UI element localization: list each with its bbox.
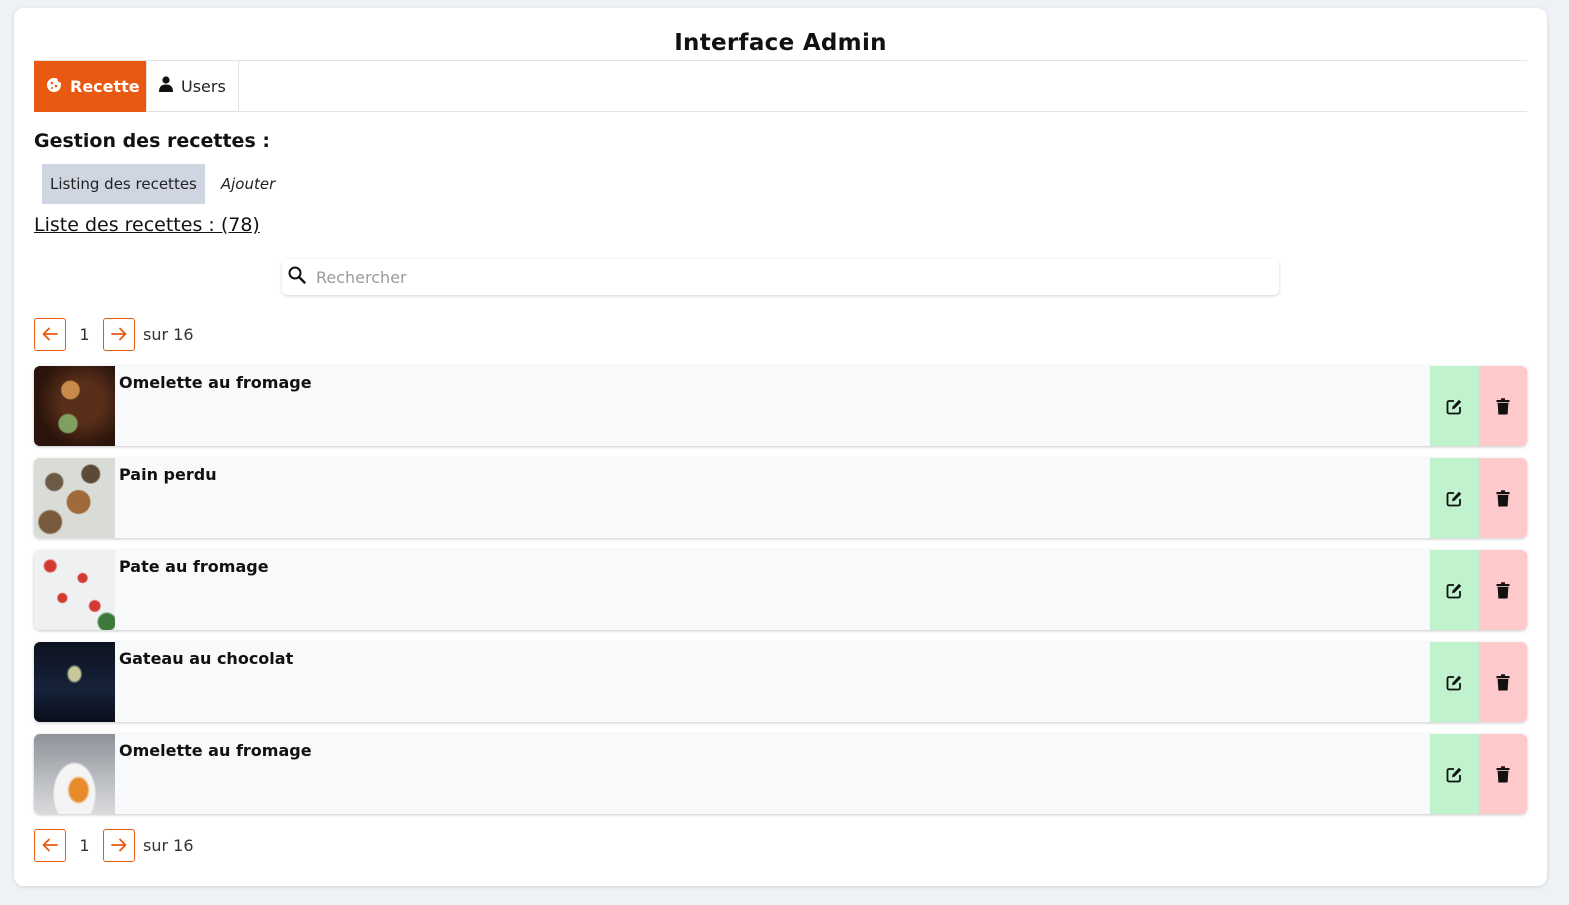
current-page: 1 <box>79 324 90 344</box>
recipe-thumbnail <box>34 550 115 630</box>
trash-icon <box>1496 397 1510 414</box>
arrow-left-icon <box>42 327 58 341</box>
subtab-add[interactable]: Ajouter <box>205 175 291 193</box>
recipe-thumbnail <box>34 734 115 814</box>
edit-button[interactable] <box>1430 642 1479 722</box>
prev-page-button[interactable] <box>34 317 66 351</box>
pagination-top: 1 sur 16 <box>34 317 194 351</box>
trash-icon <box>1496 489 1510 506</box>
arrow-right-icon <box>111 327 127 341</box>
prev-page-button[interactable] <box>34 828 66 862</box>
edit-button[interactable] <box>1430 550 1479 630</box>
page-title: Interface Admin <box>674 30 887 56</box>
recipe-item: Omelette au fromage <box>34 734 1527 814</box>
recipe-thumbnail <box>34 642 115 722</box>
search-bar <box>282 259 1279 295</box>
recipe-list: Omelette au fromage Pain perdu Pate au f… <box>34 366 1527 826</box>
admin-card: Interface Admin Recette Users Gestion de… <box>14 8 1547 886</box>
recipe-item: Pain perdu <box>34 458 1527 538</box>
edit-button[interactable] <box>1430 366 1479 446</box>
total-pages: sur 16 <box>143 324 194 344</box>
arrow-left-icon <box>42 838 58 852</box>
tab-recette[interactable]: Recette <box>34 61 146 112</box>
edit-button[interactable] <box>1430 734 1479 814</box>
edit-icon <box>1446 583 1462 598</box>
trash-icon <box>1496 581 1510 598</box>
search-icon <box>288 266 306 288</box>
tab-users[interactable]: Users <box>146 61 239 112</box>
tab-users-label: Users <box>181 76 226 96</box>
delete-button[interactable] <box>1479 458 1527 538</box>
recipe-item: Pate au fromage <box>34 550 1527 630</box>
recipe-subtabs: Listing des recettes Ajouter <box>42 164 291 204</box>
next-page-button[interactable] <box>103 317 135 351</box>
delete-button[interactable] <box>1479 366 1527 446</box>
edit-button[interactable] <box>1430 458 1479 538</box>
next-page-button[interactable] <box>103 828 135 862</box>
recipe-name: Omelette au fromage <box>119 373 312 392</box>
total-pages: sur 16 <box>143 835 194 855</box>
pagination-bottom: 1 sur 16 <box>34 828 194 862</box>
subtab-listing[interactable]: Listing des recettes <box>42 164 205 204</box>
section-title: Gestion des recettes : <box>34 130 270 152</box>
trash-icon <box>1496 765 1510 782</box>
delete-button[interactable] <box>1479 734 1527 814</box>
tab-recette-label: Recette <box>70 77 140 96</box>
edit-icon <box>1446 675 1462 690</box>
recipe-name: Pain perdu <box>119 465 217 484</box>
recipe-thumbnail <box>34 458 115 538</box>
cookie-icon <box>46 77 63 97</box>
user-icon <box>159 76 173 96</box>
recipe-list-heading: Liste des recettes : (78) <box>34 214 260 236</box>
arrow-right-icon <box>111 838 127 852</box>
edit-icon <box>1446 491 1462 506</box>
current-page: 1 <box>79 835 90 855</box>
recipe-name: Pate au fromage <box>119 557 269 576</box>
edit-icon <box>1446 399 1462 414</box>
delete-button[interactable] <box>1479 550 1527 630</box>
delete-button[interactable] <box>1479 642 1527 722</box>
edit-icon <box>1446 767 1462 782</box>
main-tabs: Recette Users <box>34 60 1527 112</box>
recipe-thumbnail <box>34 366 115 446</box>
trash-icon <box>1496 673 1510 690</box>
recipe-name: Gateau au chocolat <box>119 649 294 668</box>
recipe-item: Omelette au fromage <box>34 366 1527 446</box>
recipe-name: Omelette au fromage <box>119 741 312 760</box>
search-input[interactable] <box>316 267 1216 287</box>
recipe-item: Gateau au chocolat <box>34 642 1527 722</box>
